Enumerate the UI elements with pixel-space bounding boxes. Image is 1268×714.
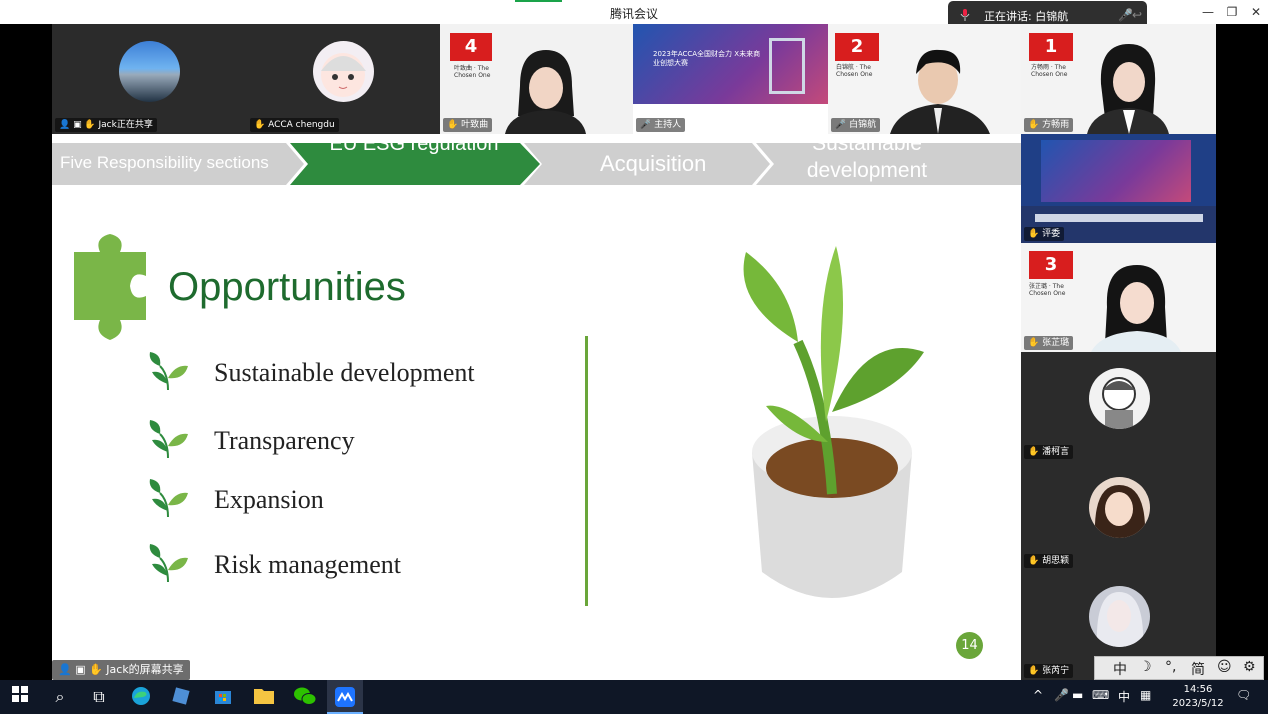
tencent-meeting-active[interactable] xyxy=(327,680,363,714)
participant-tile[interactable]: 4 叶致曲 · The Chosen One ✋ 叶致曲 xyxy=(440,24,633,134)
battery-icon[interactable]: ▬ xyxy=(1072,688,1083,702)
speaking-mic-icon: 🎤 xyxy=(1118,8,1133,22)
app-icon[interactable] xyxy=(170,686,192,708)
mic-icon xyxy=(960,9,970,24)
ime-moon-icon[interactable]: ☽ xyxy=(1139,659,1152,675)
avatar xyxy=(119,41,180,102)
leaf-icon xyxy=(149,352,188,391)
participant-tile[interactable]: 👤 ▣ ✋ Jack正在共享 xyxy=(52,24,247,134)
screen-share-label: 👤 ▣ ✋ Jack的屏幕共享 xyxy=(52,660,190,680)
divider xyxy=(585,336,588,606)
slide-title: Opportunities xyxy=(168,265,406,309)
search-icon[interactable]: ⌕ xyxy=(49,686,71,708)
participant-label: ✋ 张芮宁 xyxy=(1024,664,1074,678)
participant-tile[interactable]: ✋ 胡思颖 xyxy=(1021,461,1216,570)
person-video xyxy=(1091,265,1181,352)
edge-browser-icon[interactable] xyxy=(130,686,152,708)
file-explorer-icon[interactable] xyxy=(253,686,275,708)
task-view-icon[interactable]: ⧉ xyxy=(88,686,110,708)
banner-logo xyxy=(769,38,805,94)
participant-tile[interactable]: ✋ ACCA chengdu xyxy=(247,24,440,134)
rank-badge: 3 xyxy=(1029,251,1073,279)
clock[interactable]: 14:56 2023/5/12 xyxy=(1168,683,1228,711)
speaking-text: 正在讲话: 白锦航 xyxy=(984,10,1069,23)
step-acquisition: Acquisition xyxy=(600,151,707,176)
step-eu-esg: EU ESG regulation xyxy=(329,133,499,155)
rank-badge: 4 xyxy=(450,33,492,61)
tray-mic-icon[interactable]: 🎤 xyxy=(1054,688,1069,702)
caption: 张芷璐 · The Chosen One xyxy=(1029,283,1066,297)
caption: 方畅雨 · The Chosen One xyxy=(1031,64,1068,78)
notification-icon[interactable]: 🗨 xyxy=(1236,688,1251,702)
ime-settings-icon[interactable]: ⚙ xyxy=(1243,659,1256,675)
title-accent xyxy=(515,0,562,2)
caption: 叶致曲 · The Chosen One xyxy=(454,65,491,79)
shared-slide: Five Responsibility sections EU ESG regu… xyxy=(52,132,1021,680)
participant-label: 👤 ▣ ✋ Jack正在共享 xyxy=(55,118,157,132)
step-responsibility: Five Responsibility sections xyxy=(60,153,269,172)
person-video xyxy=(890,49,990,134)
person-video xyxy=(1087,44,1169,134)
participant-label: ✋ 潘柯言 xyxy=(1024,445,1074,459)
avatar xyxy=(1089,368,1150,429)
tray-grid-icon[interactable]: ▦ xyxy=(1140,688,1151,702)
ime-punct-button[interactable]: °, xyxy=(1165,659,1176,675)
puzzle-icon xyxy=(74,234,146,340)
participant-label: ✋ 叶致曲 xyxy=(443,118,493,132)
leaf-icon xyxy=(149,420,188,459)
tray-chevron-icon[interactable]: ^ xyxy=(1033,688,1043,702)
participant-tile[interactable]: 3 张芷璐 · The Chosen One ✋ 张芷璐 xyxy=(1021,243,1216,352)
banner-text: 2023年ACCA全国财会力 X未来商业创想大赛 xyxy=(653,50,761,67)
participant-tile[interactable]: ✋ 评委 xyxy=(1021,134,1216,243)
participant-label: 🎤 主持人 xyxy=(636,118,686,132)
minimize-icon[interactable]: — xyxy=(1200,4,1216,20)
ime-emoji-icon[interactable]: ☺ xyxy=(1217,659,1232,675)
participant-tile[interactable]: 1 方畅雨 · The Chosen One ✋ 方畅雨 xyxy=(1021,24,1216,134)
participant-tile[interactable]: 2023年ACCA全国财会力 X未来商业创想大赛 🎤 主持人 xyxy=(633,24,828,134)
participant-label: ✋ 胡思颖 xyxy=(1024,554,1074,568)
left-margin xyxy=(0,24,52,680)
ime-toolbar[interactable]: 中 ☽ °, 简 ☺ ⚙ xyxy=(1094,656,1264,680)
participant-label: ✋ 方畅雨 xyxy=(1024,118,1074,132)
participant-label: ✋ ACCA chengdu xyxy=(250,118,339,132)
leaf-icon xyxy=(149,544,188,583)
close-icon[interactable]: ✕ xyxy=(1248,4,1264,20)
caption: 白锦航 · The Chosen One xyxy=(836,64,873,78)
rank-badge: 1 xyxy=(1029,33,1073,61)
tray-ime[interactable]: 中 xyxy=(1118,688,1130,705)
store-icon[interactable] xyxy=(212,686,234,708)
taskbar: ⌕ ⧉ ^ 🎤 ▬ ⌨ 中 ▦ 14:56 2023/5/12 🗨 xyxy=(0,680,1268,714)
keyboard-icon[interactable]: ⌨ xyxy=(1092,688,1109,702)
leaf-icon xyxy=(149,479,188,518)
avatar xyxy=(1089,477,1150,538)
plant-pot-illustration xyxy=(743,246,924,598)
page-number: 14 xyxy=(956,632,983,659)
ime-simplified-button[interactable]: 简 xyxy=(1191,659,1205,679)
speaking-arrow-icon[interactable]: ↩ xyxy=(1132,8,1142,22)
ime-lang-button[interactable]: 中 xyxy=(1113,659,1127,679)
right-margin xyxy=(1216,24,1268,680)
table-cloth xyxy=(1035,214,1203,222)
windows-start-icon[interactable] xyxy=(9,686,31,708)
participant-label: ✋ 张芷璐 xyxy=(1024,336,1074,350)
stage-screen xyxy=(1041,140,1191,202)
participant-tile[interactable]: ✋ 潘柯言 xyxy=(1021,352,1216,461)
avatar xyxy=(1089,586,1150,647)
avatar xyxy=(313,41,374,102)
step-sustainable: Sustainable development xyxy=(806,132,928,182)
rank-badge: 2 xyxy=(835,33,879,61)
wechat-icon[interactable] xyxy=(294,686,317,708)
participant-label: ✋ 评委 xyxy=(1024,227,1065,241)
restore-icon[interactable]: ❐ xyxy=(1224,4,1240,20)
participant-tile[interactable]: 2 白锦航 · The Chosen One 🎤 白锦航 xyxy=(828,24,1021,134)
person-video xyxy=(505,50,586,134)
